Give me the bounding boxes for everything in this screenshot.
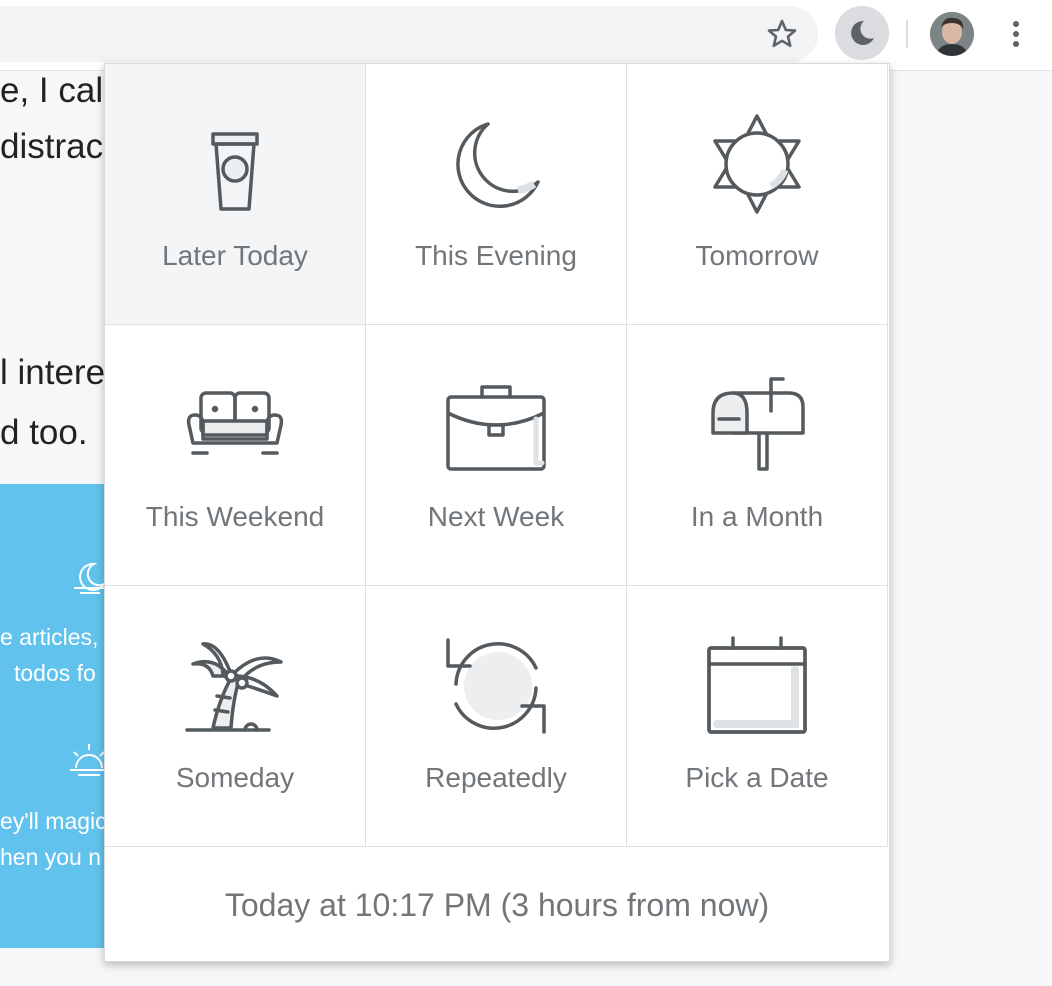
snooze-options-grid: Later Today This Evening Tomorrow This W… (105, 64, 889, 850)
browser-toolbar (0, 0, 1052, 71)
option-label: Repeatedly (425, 762, 567, 793)
page-text-line: d too. (0, 413, 88, 452)
promo-text-line: todos fo (14, 660, 96, 686)
address-bar[interactable] (0, 6, 818, 62)
couch-icon (186, 391, 284, 455)
bookmark-star-icon[interactable] (762, 14, 802, 54)
moon-icon (456, 122, 540, 209)
option-label: Someday (175, 762, 295, 793)
avatar[interactable] (930, 12, 974, 56)
option-label: Next Week (427, 501, 565, 532)
profile-photo (930, 12, 974, 56)
option-later-today[interactable]: Later Today (105, 64, 366, 325)
promo-text-line: hen you n (0, 844, 102, 870)
option-label: Later Today (162, 240, 308, 271)
page-text-line: e, I calc (0, 71, 121, 110)
promo-text-line: e articles, (0, 624, 99, 650)
page-text-line: distrac (0, 127, 104, 166)
option-in-a-month[interactable]: In a Month (627, 325, 888, 586)
option-label: Tomorrow (695, 240, 819, 271)
more-menu-icon[interactable] (1000, 16, 1032, 52)
option-someday[interactable]: Someday (105, 586, 366, 847)
option-label: This Evening (415, 240, 577, 271)
option-this-evening[interactable]: This Evening (366, 64, 627, 325)
option-next-week[interactable]: Next Week (366, 325, 627, 586)
option-this-weekend[interactable]: This Weekend (105, 325, 366, 586)
option-repeatedly[interactable]: Repeatedly (366, 586, 627, 847)
promo-panel: e articles, todos fo ey'll magic hen you… (0, 484, 110, 948)
briefcase-icon (446, 385, 546, 471)
palm-tree-icon (185, 642, 283, 732)
promo-text-line: ey'll magic (0, 808, 107, 834)
sun-icon (713, 114, 801, 214)
coffee-cup-icon (211, 132, 259, 211)
option-label: This Weekend (145, 501, 325, 532)
snooze-time-preview: Today at 10:17 PM (3 hours from now) (224, 887, 770, 923)
moon-icon (851, 20, 874, 45)
snooze-extension-button[interactable] (835, 6, 889, 60)
toolbar-divider (906, 20, 908, 48)
option-label: In a Month (690, 501, 824, 532)
repeat-icon (446, 638, 546, 734)
snooze-popup: Later Today This Evening Tomorrow This W… (104, 63, 890, 962)
mailbox-icon (711, 377, 805, 471)
calendar-icon (707, 636, 807, 734)
page-text-line: l intere (0, 353, 106, 392)
option-pick-a-date[interactable]: Pick a Date (627, 586, 888, 847)
option-tomorrow[interactable]: Tomorrow (627, 64, 888, 325)
option-label: Pick a Date (685, 762, 829, 793)
